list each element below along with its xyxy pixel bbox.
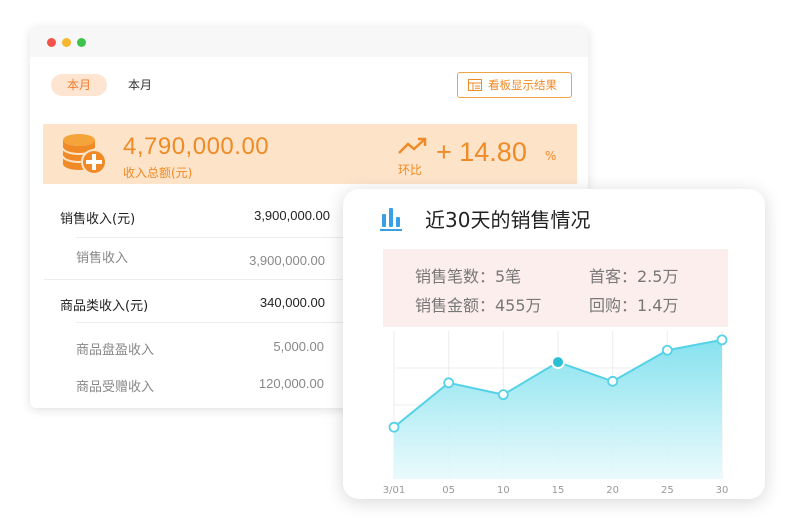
chart-point[interactable] [388,421,400,433]
x-tick-label: 15 [552,485,565,496]
row-goods-income: 商品类收入(元) 340,000.00 [30,295,350,315]
row-value: 3,900,000.00 [249,253,325,268]
chart-point[interactable] [443,377,455,389]
period-tabs: 本月 本月 看板显示结果 [30,57,588,117]
x-tick-label: 10 [497,485,510,496]
ratio-label: 环比 [398,163,423,177]
window-titlebar [30,27,588,57]
income-summary: 4,790,000.00 收入总额(元) 环比 + 14.80 % [43,124,577,184]
row-divider [44,279,350,280]
chart-point[interactable] [661,344,673,356]
row-sales: 销售收入 3,900,000.00 [30,247,350,287]
board-button-label: 看板显示结果 [488,78,557,92]
chart-point[interactable] [716,334,728,346]
x-tick-label: 25 [661,485,674,496]
row-label: 商品盘盈收入 [76,343,155,358]
row-value: 3,900,000.00 [254,208,330,223]
row-label: 商品类收入(元) [60,299,149,314]
chart-point-highlighted[interactable] [551,355,565,370]
sales-card: 近30天的销售情况 销售笔数：5笔 首客：2.5万 销售金额：455万 回购：1… [343,189,765,499]
sales-area-chart: 3/01 05 10 15 20 25 30 [383,331,729,496]
x-tick-label: 20 [606,485,619,496]
tab-this-month[interactable]: 本月 [128,74,152,96]
x-tick-label: 3/01 [383,485,405,496]
total-income-label: 收入总额(元) [123,166,193,180]
x-tick-label: 05 [442,485,455,496]
chart-point[interactable] [607,375,619,387]
minimize-window-button[interactable] [62,38,71,47]
chart-point[interactable] [497,389,509,401]
ratio-value: + 14.80 [436,137,527,167]
x-tick-label: 30 [716,485,729,496]
board-icon [468,79,482,91]
row-label: 商品受赠收入 [76,380,155,395]
close-window-button[interactable] [47,38,56,47]
row-inventory-surplus: 商品盘盈收入 5,000.00 [30,339,350,359]
row-divider [76,322,350,323]
row-value: 340,000.00 [259,295,325,310]
tab-this-month-active[interactable]: 本月 [51,74,107,96]
ratio-unit: % [545,149,557,163]
row-label: 销售收入 [76,251,129,266]
row-value: 120,000.00 [258,376,324,391]
row-donation: 商品受赠收入 120,000.00 [30,376,350,396]
board-display-button[interactable]: 看板显示结果 [457,72,572,98]
coins-add-icon [62,134,107,175]
total-income-value: 4,790,000.00 [123,133,270,160]
trend-up-icon [398,137,427,154]
maximize-window-button[interactable] [77,38,86,47]
row-sales-income: 销售收入(元) 3,900,000.00 [30,208,350,228]
row-value: 5,000.00 [273,339,324,354]
row-divider [76,237,350,238]
row-label: 销售收入(元) [60,212,136,227]
